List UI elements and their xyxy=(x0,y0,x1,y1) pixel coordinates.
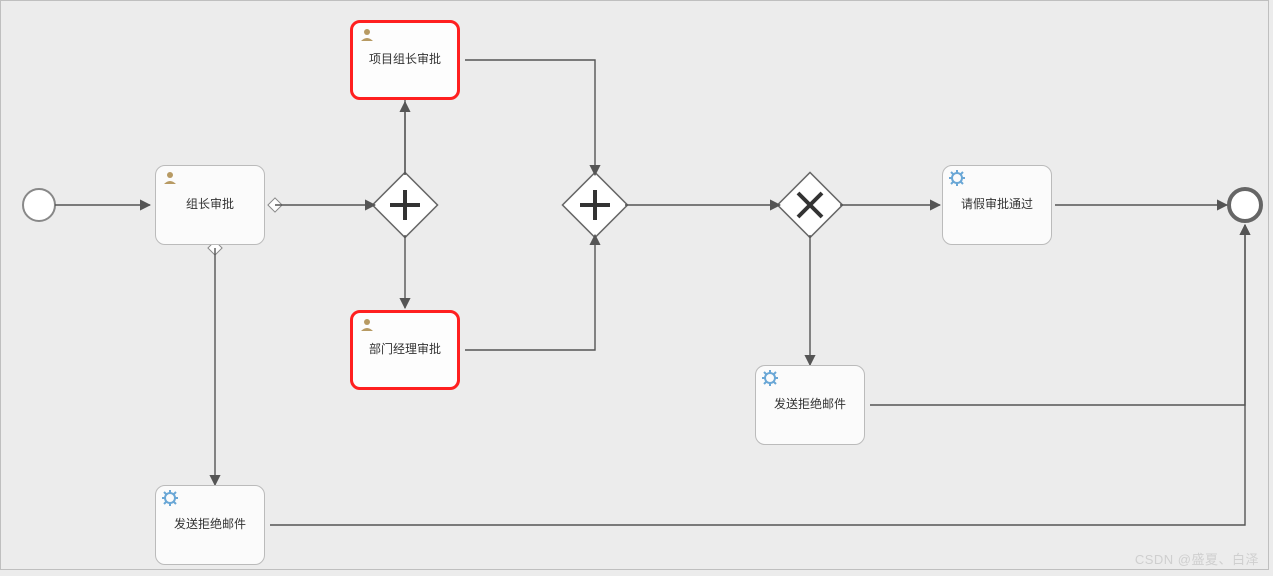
task-label: 发送拒绝邮件 xyxy=(174,517,246,533)
gear-icon xyxy=(762,370,778,391)
gateway-exclusive[interactable] xyxy=(777,172,842,237)
watermark: CSDN @盛夏、白泽 xyxy=(1135,549,1259,568)
task-reject-mail-top[interactable]: 发送拒绝邮件 xyxy=(755,365,865,445)
task-label: 项目组长审批 xyxy=(369,52,441,68)
task-reject-mail-bottom[interactable]: 发送拒绝邮件 xyxy=(155,485,265,565)
flow-reject-to-end xyxy=(870,225,1245,405)
gear-icon xyxy=(949,170,965,191)
task-label: 部门经理审批 xyxy=(369,342,441,358)
user-icon xyxy=(359,27,375,48)
user-icon xyxy=(359,317,375,338)
task-approve-mail[interactable]: 请假审批通过 xyxy=(942,165,1052,245)
task-label: 请假审批通过 xyxy=(961,197,1033,213)
gear-icon xyxy=(162,490,178,511)
task-group-leader-approval[interactable]: 组长审批 xyxy=(155,165,265,245)
gateway-parallel-join[interactable] xyxy=(562,172,627,237)
task-label: 组长审批 xyxy=(186,197,234,213)
gateway-parallel-split[interactable] xyxy=(372,172,437,237)
task-label: 发送拒绝邮件 xyxy=(774,397,846,413)
end-event[interactable] xyxy=(1229,189,1261,221)
bpmn-canvas[interactable]: 组长审批 项目组长审批 部门经理审批 请假审批通过 发送拒绝邮件 发送拒绝邮件 … xyxy=(0,0,1273,576)
flow-dept-to-join xyxy=(465,235,595,350)
user-icon xyxy=(162,170,178,191)
task-project-leader-approval[interactable]: 项目组长审批 xyxy=(350,20,460,100)
task-dept-manager-approval[interactable]: 部门经理审批 xyxy=(350,310,460,390)
flow-project-to-join xyxy=(465,60,595,175)
start-event[interactable] xyxy=(23,189,55,221)
